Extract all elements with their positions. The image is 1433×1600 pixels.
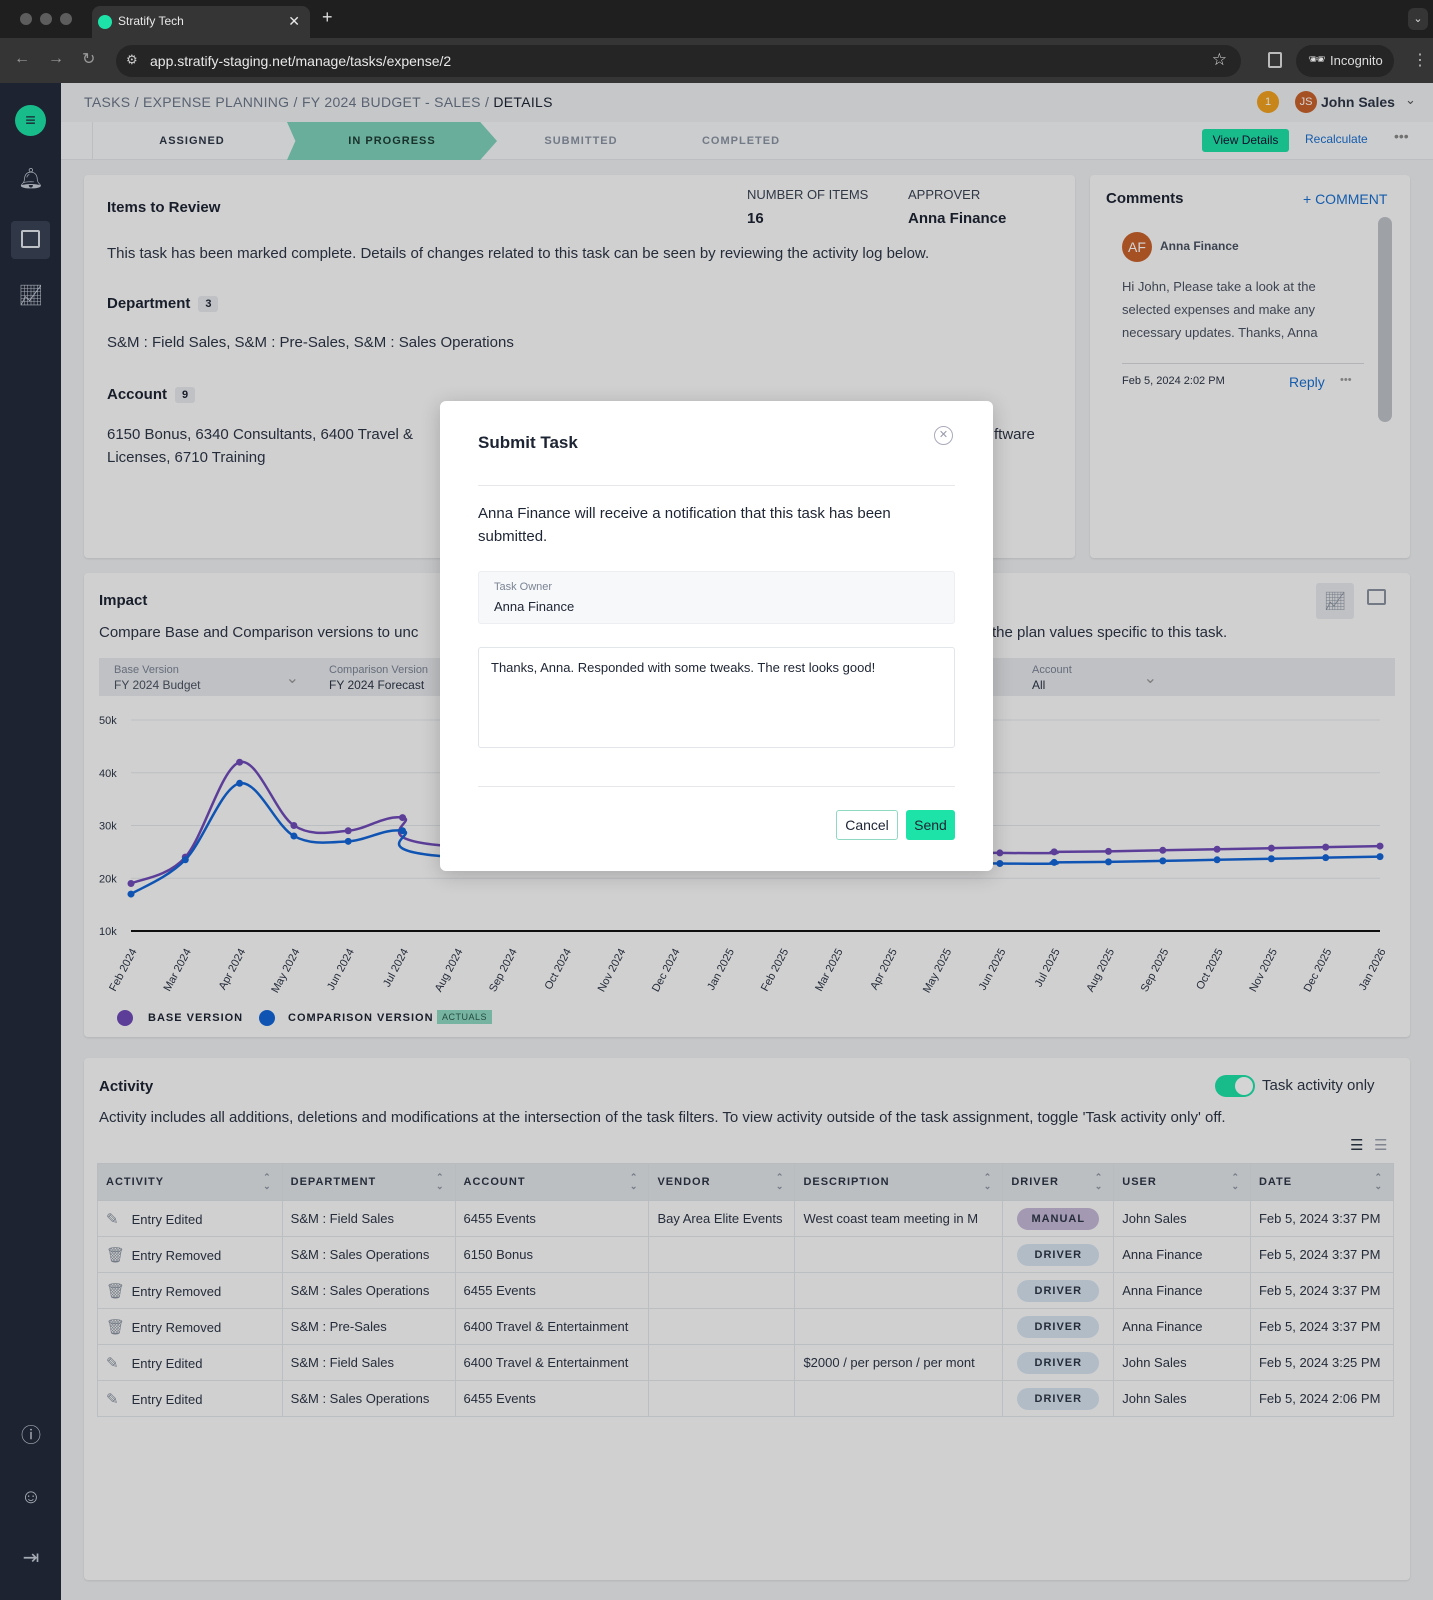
- incognito-label: Incognito: [1330, 53, 1383, 68]
- tab-search-icon[interactable]: ⌄: [1408, 8, 1428, 30]
- close-icon[interactable]: ✕: [934, 426, 953, 445]
- close-tab-icon[interactable]: ✕: [288, 13, 300, 30]
- back-icon[interactable]: ←: [14, 50, 30, 68]
- modal-footer-divider: [478, 786, 955, 787]
- window-close-button[interactable]: [20, 13, 32, 25]
- reload-icon[interactable]: ↻: [82, 49, 95, 69]
- tab-title: Stratify Tech: [118, 14, 184, 28]
- new-tab-icon[interactable]: +: [322, 7, 333, 28]
- task-owner-label: Task Owner: [494, 581, 553, 593]
- comment-textarea[interactable]: Thanks, Anna. Responded with some tweaks…: [478, 647, 955, 748]
- task-owner-value: Anna Finance: [494, 599, 575, 614]
- incognito-badge[interactable]: 🕶 Incognito: [1296, 45, 1394, 77]
- browser-menu-icon[interactable]: ⋮: [1412, 50, 1428, 70]
- modal-divider: [478, 485, 955, 486]
- favicon-icon: [98, 15, 112, 29]
- task-owner-field: Task Owner Anna Finance: [478, 571, 955, 624]
- cancel-button[interactable]: Cancel: [836, 810, 898, 840]
- url-text: app.stratify-staging.net/manage/tasks/ex…: [150, 53, 452, 69]
- url-input[interactable]: ⚙ app.stratify-staging.net/manage/tasks/…: [116, 45, 1241, 77]
- modal-message: Anna Finance will receive a notification…: [478, 505, 891, 545]
- window-maximize-button[interactable]: [60, 13, 72, 25]
- send-button[interactable]: Send: [906, 810, 955, 840]
- side-panel-icon[interactable]: [1268, 52, 1282, 68]
- modal-title: Submit Task: [478, 433, 578, 452]
- forward-icon[interactable]: →: [48, 50, 64, 68]
- site-info-icon[interactable]: ⚙: [126, 52, 138, 68]
- window-minimize-button[interactable]: [40, 13, 52, 25]
- browser-tab[interactable]: Stratify Tech ✕: [92, 6, 310, 38]
- incognito-icon: 🕶: [1308, 51, 1326, 67]
- browser-tab-bar: Stratify Tech ✕ + ⌄: [0, 0, 1433, 38]
- submit-task-modal: Submit Task ✕ Anna Finance will receive …: [440, 401, 993, 871]
- bookmark-star-icon[interactable]: ☆: [1212, 50, 1227, 70]
